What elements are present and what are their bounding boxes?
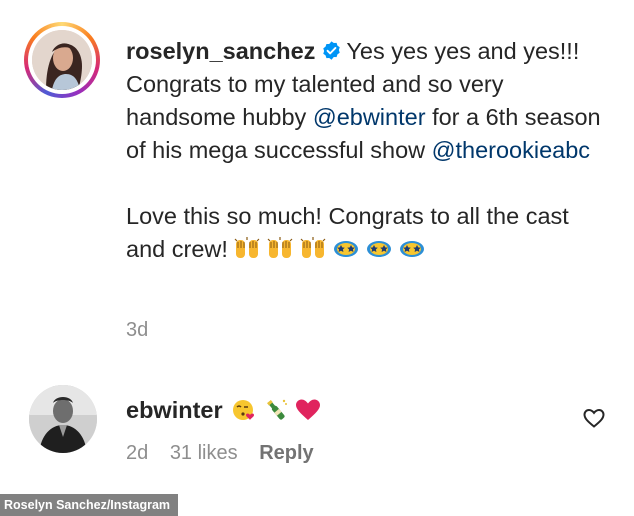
avatar-story-ring[interactable] [24,22,100,98]
avatar[interactable] [29,385,97,453]
mention-link[interactable]: @therookieabc [432,137,590,163]
username-link[interactable]: roselyn_sanchez [126,38,315,64]
red-heart-icon [296,399,321,420]
raising-hands-icon [234,237,260,258]
avatar [32,30,92,90]
star-struck-icon [400,241,425,257]
raising-hands-icon [300,237,326,258]
comment-paragraph: Love this so much! Congrats to all the c… [126,200,606,266]
face-blowing-kiss-icon [233,400,255,420]
star-struck-icon [367,241,392,257]
star-struck-icon [334,241,359,257]
raising-hands-icon [267,237,293,258]
verified-badge-icon [323,41,341,60]
champagne-icon [267,399,288,420]
mention-link[interactable]: @ebwinter [313,104,426,130]
comment-age[interactable]: 3d [126,319,148,341]
comment-body: ebwinter [126,394,325,427]
photo-credit: Roselyn Sanchez/Instagram [0,494,179,516]
like-heart-icon[interactable] [582,406,606,430]
comment-meta: 3d [126,319,148,342]
comment-meta: 2d 31 likes Reply [126,442,330,465]
username-link[interactable]: ebwinter [126,397,223,423]
comment-body: roselyn_sanchez Yes yes yes and yes!!! Co… [126,35,606,266]
comment-age[interactable]: 2d [126,442,148,464]
likes-count[interactable]: 31 likes [170,442,238,464]
reply-button[interactable]: Reply [259,442,313,464]
